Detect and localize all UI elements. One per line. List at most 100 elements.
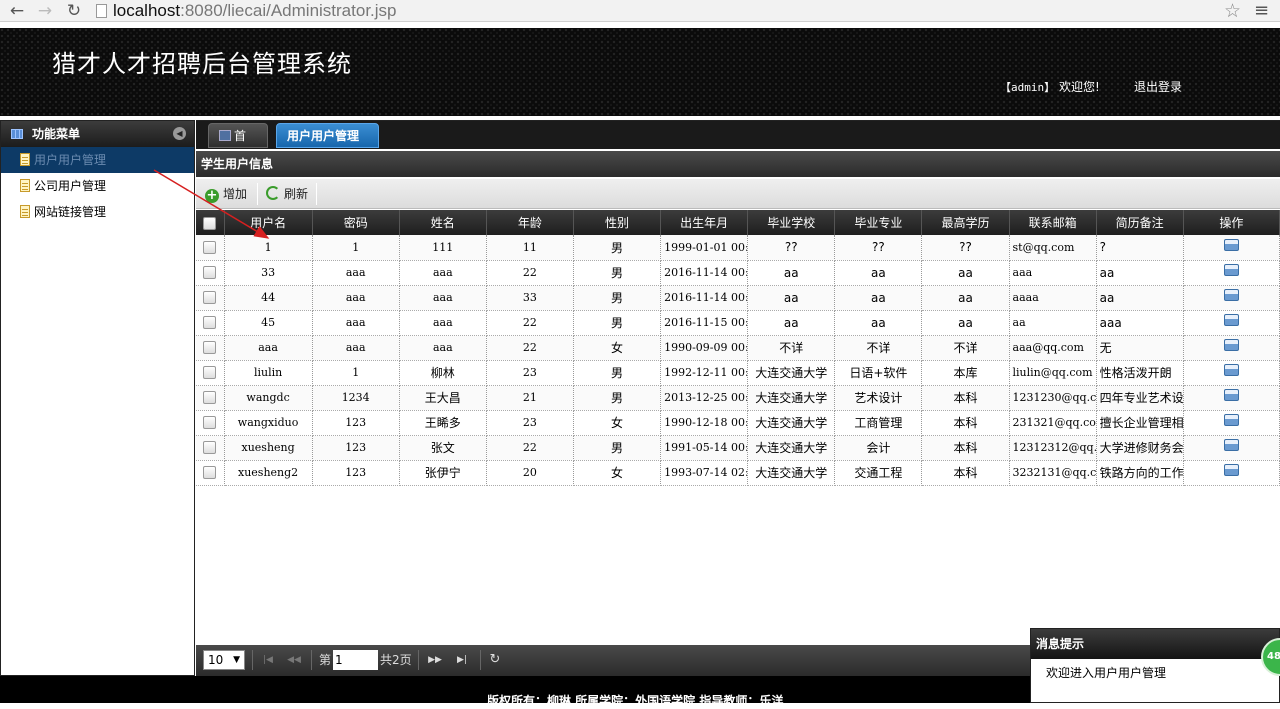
bookmark-star-icon[interactable]: ☆ bbox=[1224, 0, 1241, 22]
select-all-cell[interactable] bbox=[196, 210, 225, 235]
column-header: 操作 bbox=[1183, 210, 1280, 235]
toolbar-divider bbox=[257, 183, 258, 205]
row-checkbox[interactable] bbox=[203, 366, 217, 380]
table-cell: 柳林 bbox=[399, 360, 487, 386]
logout-link[interactable]: 退出登录 bbox=[1134, 78, 1182, 95]
table-row[interactable]: wangdc1234王大昌21男2013-12-25 00:00大连交通大学艺术… bbox=[196, 385, 1280, 411]
message-toast: 消息提示 欢迎进入用户用户管理 bbox=[1030, 628, 1280, 703]
print-icon[interactable] bbox=[1223, 464, 1239, 476]
row-select-cell[interactable] bbox=[196, 310, 225, 336]
table-row[interactable]: xuesheng2123张伊宁20女1993-07-14 02:00大连交通大学… bbox=[196, 460, 1280, 486]
table-cell: aaa bbox=[224, 335, 313, 361]
prev-page-icon[interactable]: ◀◀ bbox=[285, 650, 303, 670]
column-header[interactable]: 用户名 bbox=[224, 210, 313, 235]
print-icon[interactable] bbox=[1223, 314, 1239, 326]
next-page-icon[interactable]: ▶▶ bbox=[426, 650, 444, 670]
last-page-icon[interactable]: ▶| bbox=[453, 650, 471, 670]
column-header[interactable]: 毕业学校 bbox=[747, 210, 836, 235]
table-row[interactable]: xuesheng123张文22男1991-05-14 00:00大连交通大学会计… bbox=[196, 435, 1280, 461]
column-header[interactable]: 出生年月 bbox=[660, 210, 749, 235]
row-select-cell[interactable] bbox=[196, 385, 225, 411]
row-select-cell[interactable] bbox=[196, 285, 225, 311]
row-checkbox[interactable] bbox=[203, 416, 217, 430]
address-bar[interactable]: localhost:8080/liecai/Administrator.jsp bbox=[96, 0, 397, 22]
sidebar-item-label: 公司用户管理 bbox=[34, 179, 107, 193]
tab-home[interactable]: 首页 bbox=[208, 123, 268, 168]
row-select-cell[interactable] bbox=[196, 235, 225, 261]
print-icon[interactable] bbox=[1223, 339, 1239, 351]
table-cell: 大连交通大学 bbox=[747, 435, 836, 461]
print-icon[interactable] bbox=[1223, 264, 1239, 276]
row-checkbox[interactable] bbox=[203, 341, 217, 355]
page-size-select[interactable]: 10 ▼ bbox=[203, 650, 245, 670]
table-cell: 33 bbox=[224, 260, 313, 286]
row-select-cell[interactable] bbox=[196, 360, 225, 386]
table-row[interactable]: 44aaaaaa33男2016-11-14 00:00aaaaaaaaaaaa bbox=[196, 285, 1280, 311]
print-icon[interactable] bbox=[1223, 238, 1239, 251]
print-icon[interactable] bbox=[1223, 414, 1239, 426]
table-row[interactable]: wangxiduo123王睎多23女1990-12-18 00:00大连交通大学… bbox=[196, 410, 1280, 436]
table-cell: 2016-11-14 00:00 bbox=[660, 260, 749, 286]
table-cell: 本科 bbox=[921, 460, 1010, 486]
table-cell: 22 bbox=[486, 435, 574, 461]
first-page-icon[interactable]: |◀ bbox=[259, 650, 277, 670]
table-cell: 工商管理 bbox=[834, 410, 923, 436]
sidebar-item-company-users[interactable]: 公司用户管理 bbox=[1, 173, 194, 199]
select-all-checkbox[interactable] bbox=[203, 216, 217, 230]
table-cell: wangdc bbox=[224, 385, 313, 411]
table-cell: 1 bbox=[312, 360, 400, 386]
print-icon[interactable] bbox=[1223, 364, 1239, 376]
row-select-cell[interactable] bbox=[196, 410, 225, 436]
sidebar-item-student-users[interactable]: 用户用户管理 bbox=[1, 147, 194, 173]
row-checkbox[interactable] bbox=[203, 241, 217, 254]
row-checkbox[interactable] bbox=[203, 266, 217, 280]
table-cell: 1990-12-18 00:00 bbox=[660, 410, 749, 436]
print-icon[interactable] bbox=[1223, 289, 1239, 301]
column-header[interactable]: 毕业专业 bbox=[834, 210, 923, 235]
browser-toolbar: ← → ↻ localhost:8080/liecai/Administrato… bbox=[0, 0, 1280, 22]
row-checkbox[interactable] bbox=[203, 291, 217, 305]
print-icon[interactable] bbox=[1223, 389, 1239, 401]
sidebar-title: 功能菜单 bbox=[32, 127, 81, 141]
column-header[interactable]: 密码 bbox=[312, 210, 400, 235]
row-select-cell[interactable] bbox=[196, 435, 225, 461]
refresh-label: 刷新 bbox=[284, 187, 309, 201]
row-select-cell[interactable] bbox=[196, 260, 225, 286]
refresh-button[interactable]: 刷新 bbox=[266, 184, 308, 204]
row-action-cell bbox=[1183, 435, 1280, 461]
row-checkbox[interactable] bbox=[203, 391, 217, 405]
column-header[interactable]: 联系邮箱 bbox=[1009, 210, 1097, 235]
browser-menu-icon[interactable]: ≡ bbox=[1254, 0, 1269, 22]
row-checkbox[interactable] bbox=[203, 441, 217, 455]
row-action-cell bbox=[1183, 410, 1280, 436]
column-header[interactable]: 简历备注 bbox=[1096, 210, 1184, 235]
row-select-cell[interactable] bbox=[196, 335, 225, 361]
column-header[interactable]: 年龄 bbox=[486, 210, 574, 235]
panel-title: 学生用户信息 bbox=[196, 151, 1280, 177]
back-icon[interactable]: ← bbox=[6, 0, 28, 22]
row-checkbox[interactable] bbox=[203, 466, 217, 480]
grid-toolbar: + 增加 刷新 bbox=[196, 179, 1280, 209]
forward-icon[interactable]: → bbox=[34, 0, 56, 22]
sidebar-item-site-links[interactable]: 网站链接管理 bbox=[1, 199, 194, 225]
reload-page-icon[interactable]: ↻ bbox=[486, 650, 504, 670]
row-checkbox[interactable] bbox=[203, 316, 217, 330]
table-cell: 男 bbox=[573, 285, 662, 311]
table-cell: 王睎多 bbox=[399, 410, 487, 436]
table-row[interactable]: 45aaaaaa22男2016-11-15 00:00aaaaaaaaaaa bbox=[196, 310, 1280, 336]
table-row[interactable]: 33aaaaaa22男2016-11-14 00:00aaaaaaaaaaa bbox=[196, 260, 1280, 286]
table-row[interactable]: 1111111男1999-01-01 00:00??????st@qq.com? bbox=[196, 235, 1280, 261]
print-icon[interactable] bbox=[1223, 439, 1239, 451]
collapse-sidebar-icon[interactable]: ◀ bbox=[173, 127, 186, 140]
table-row[interactable]: aaaaaaaaa22女1990-09-09 00:00不详不详不详aaa@qq… bbox=[196, 335, 1280, 361]
page-number-input[interactable]: 1 bbox=[333, 650, 378, 670]
add-button[interactable]: + 增加 bbox=[205, 184, 247, 204]
tab-student-users[interactable]: 用户用户管理⊗ bbox=[276, 123, 379, 168]
row-select-cell[interactable] bbox=[196, 460, 225, 486]
column-header[interactable]: 姓名 bbox=[399, 210, 487, 235]
column-header[interactable]: 最高学历 bbox=[921, 210, 1010, 235]
document-icon bbox=[20, 153, 30, 166]
table-row[interactable]: liulin1柳林23男1992-12-11 00:00大连交通大学日语+软件本… bbox=[196, 360, 1280, 386]
reload-icon[interactable]: ↻ bbox=[63, 0, 85, 22]
column-header[interactable]: 性别 bbox=[573, 210, 662, 235]
